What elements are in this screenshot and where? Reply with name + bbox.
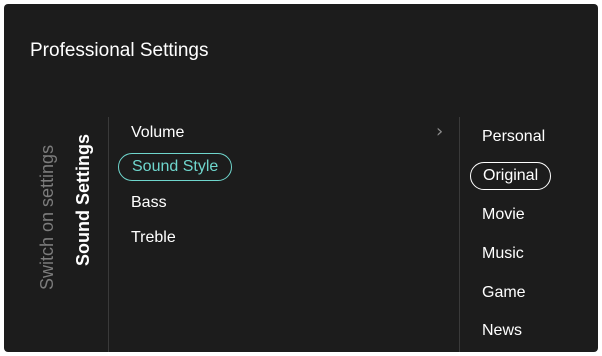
option-label: Music	[482, 245, 524, 262]
menu-item-treble[interactable]: Treble	[118, 224, 189, 252]
option-news[interactable]: News	[470, 317, 534, 345]
option-original[interactable]: Original	[470, 162, 552, 190]
option-label: Personal	[482, 128, 546, 145]
menu-item-label: Treble	[131, 229, 176, 246]
option-label: Movie	[482, 206, 525, 223]
menu-divider	[108, 117, 109, 352]
option-personal[interactable]: Personal	[470, 123, 557, 151]
tv-settings-screen: Professional Settings Switch on settings…	[4, 4, 598, 352]
menu-item-volume[interactable]: Volume	[118, 119, 197, 147]
option-music[interactable]: Music	[470, 240, 536, 268]
menu-item-label: Sound Style	[132, 158, 219, 175]
options-divider	[459, 117, 460, 352]
chevron-right-icon: ›	[436, 121, 444, 142]
option-label: Original	[483, 167, 539, 184]
option-game[interactable]: Game	[470, 279, 538, 307]
option-label: Game	[482, 284, 526, 301]
menu-item-label: Volume	[131, 124, 185, 141]
menu-item-bass[interactable]: Bass	[118, 189, 180, 217]
page-title: Professional Settings	[30, 40, 209, 61]
tab-switch-on-settings[interactable]: Switch on settings	[36, 145, 58, 290]
tab-sound-settings[interactable]: Sound Settings	[72, 134, 94, 266]
menu-item-label: Bass	[131, 194, 167, 211]
option-movie[interactable]: Movie	[470, 201, 537, 229]
option-label: News	[482, 322, 523, 339]
menu-item-sound-style[interactable]: Sound Style	[118, 153, 233, 181]
